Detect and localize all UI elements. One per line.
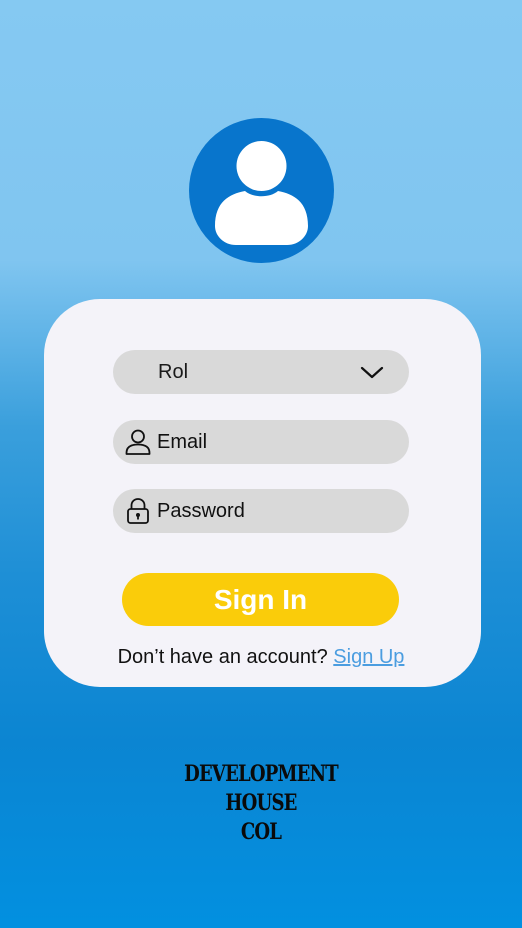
signup-prompt: Don’t have an account? — [117, 646, 328, 668]
brand-line-1: DEVELOPMENT — [184, 761, 339, 787]
role-select[interactable]: Rol — [113, 350, 409, 394]
lock-icon — [127, 498, 149, 524]
password-field[interactable] — [113, 489, 409, 533]
brand-line-3: COL — [240, 819, 282, 845]
email-field[interactable] — [113, 420, 409, 464]
chevron-down-icon[interactable] — [360, 362, 384, 382]
brand-logo: DEVELOPMENT HOUSE COL — [47, 760, 475, 847]
sign-up-link[interactable]: Sign Up — [333, 646, 404, 668]
brand-line-2: HOUSE — [225, 790, 297, 816]
role-select-label: Rol — [158, 361, 189, 383]
signup-row: Don’t have an account? Sign Up — [0, 643, 522, 671]
user-avatar — [189, 118, 334, 263]
sign-in-button[interactable]: Sign In — [122, 573, 399, 626]
email-input[interactable] — [157, 420, 397, 464]
user-icon — [125, 429, 151, 455]
password-input[interactable] — [157, 489, 397, 533]
user-avatar-icon — [215, 141, 308, 245]
